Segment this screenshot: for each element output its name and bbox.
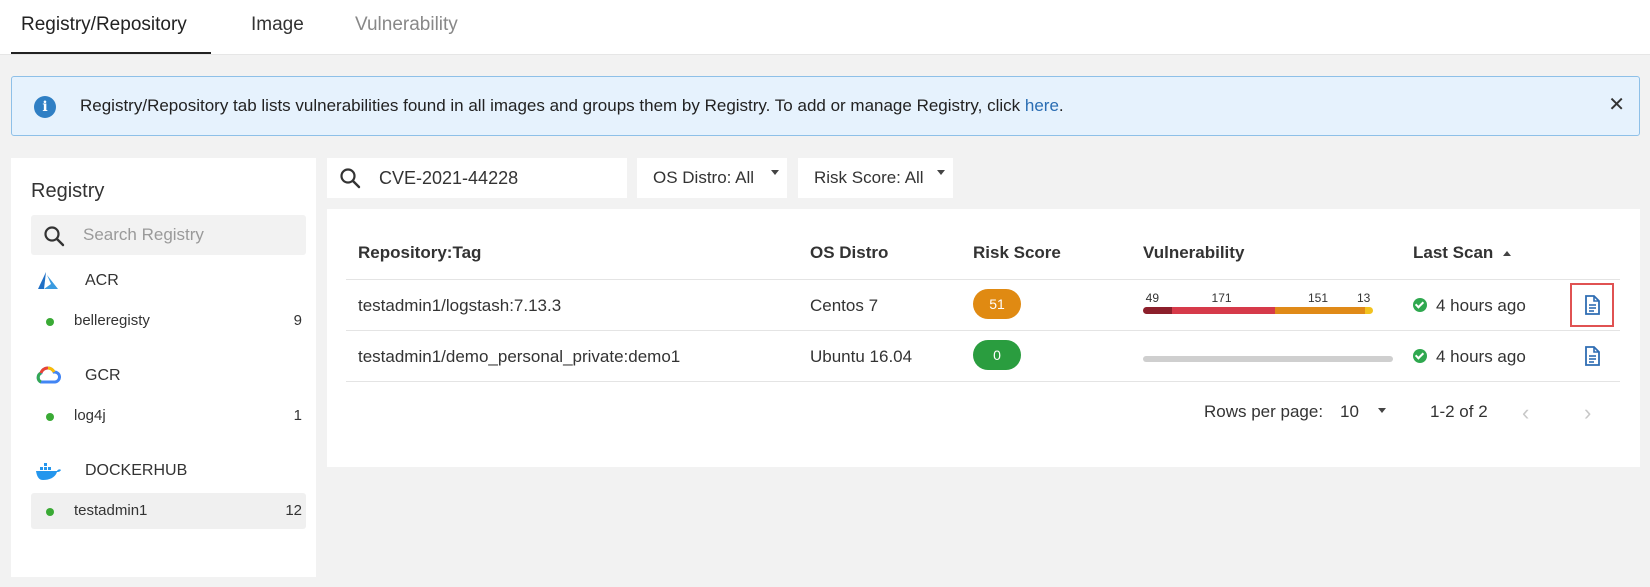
tab-vulnerability[interactable]: Vulnerability xyxy=(355,14,458,54)
registry-search[interactable] xyxy=(31,215,306,255)
last-scan: 4 hours ago xyxy=(1436,296,1526,315)
repository-table: Repository:Tag OS Distro Risk Score Vuln… xyxy=(327,209,1640,467)
os-distro-filter[interactable]: OS Distro: All xyxy=(637,158,787,198)
vulnerability-segment xyxy=(1365,307,1373,314)
registry-sidebar: Registry ACR belleregisty 9 GCR log4j 1 … xyxy=(11,158,316,577)
table-row[interactable]: testadmin1/logstash:7.13.3 Centos 7 51 4… xyxy=(327,280,1640,330)
vulnerability-segment xyxy=(1143,307,1173,314)
check-circle-icon xyxy=(1413,349,1427,363)
cve-search-input[interactable] xyxy=(379,158,619,198)
pagination-range: 1-2 of 2 xyxy=(1430,402,1488,421)
registry-item-log4j[interactable]: log4j 1 xyxy=(31,398,306,434)
close-icon[interactable]: ✕ xyxy=(1608,93,1625,117)
banner-suffix: . xyxy=(1058,96,1064,115)
search-registry-input[interactable] xyxy=(83,215,298,255)
risk-score-filter[interactable]: Risk Score: All xyxy=(798,158,953,198)
azure-icon xyxy=(38,272,58,289)
caret-down-icon[interactable] xyxy=(1378,408,1386,413)
status-dot xyxy=(46,318,54,326)
banner-text: Registry/Repository tab lists vulnerabil… xyxy=(80,96,1025,115)
tab-registry-repository[interactable]: Registry/Repository xyxy=(11,14,211,54)
info-banner: i Registry/Repository tab lists vulnerab… xyxy=(11,76,1640,136)
registry-count: 9 xyxy=(293,312,302,329)
rows-per-page-label: Rows per page: xyxy=(1204,402,1324,421)
status-dot xyxy=(46,508,54,516)
registry-count: 12 xyxy=(285,502,302,519)
banner-message: Registry/Repository tab lists vulnerabil… xyxy=(80,96,1064,116)
vulnerability-count-label: 171 xyxy=(1211,291,1232,305)
vulnerability-segment xyxy=(1274,307,1366,314)
column-header-os-distro[interactable]: OS Distro xyxy=(810,243,888,263)
document-report-icon[interactable] xyxy=(1581,345,1603,367)
divider xyxy=(346,381,1620,382)
vulnerability-segment xyxy=(1172,307,1275,314)
os-distro: Centos 7 xyxy=(810,296,879,315)
check-circle-icon xyxy=(1413,298,1427,312)
column-header-vulnerability[interactable]: Vulnerability xyxy=(1143,243,1244,263)
os-distro: Ubuntu 16.04 xyxy=(810,347,913,366)
google-cloud-icon xyxy=(36,366,61,384)
risk-score-filter-label: Risk Score: All xyxy=(814,168,924,187)
vulnerability-bar xyxy=(1143,331,1393,381)
rows-per-page-select[interactable]: 10 xyxy=(1340,402,1359,422)
group-name: ACR xyxy=(85,272,119,289)
vulnerability-count-label: 151 xyxy=(1307,291,1329,305)
document-report-icon[interactable] xyxy=(1570,283,1614,327)
banner-link-here[interactable]: here xyxy=(1025,96,1059,115)
repository-tag[interactable]: testadmin1/demo_personal_private:demo1 xyxy=(358,347,680,367)
column-header-last-scan[interactable]: Last Scan xyxy=(1413,243,1512,263)
vulnerability-count-label: 49 xyxy=(1145,291,1160,305)
cve-search[interactable] xyxy=(327,158,627,198)
vulnerability-bar-empty xyxy=(1143,356,1393,362)
registry-item-testadmin1[interactable]: testadmin1 12 xyxy=(31,493,306,529)
group-name: GCR xyxy=(85,367,121,384)
vulnerability-bar: 49 171 151 13 xyxy=(1143,280,1393,330)
registry-name: testadmin1 xyxy=(74,502,148,519)
last-scan-header-label: Last Scan xyxy=(1413,243,1494,262)
sidebar-title: Registry xyxy=(31,180,105,202)
caret-down-icon xyxy=(771,170,779,175)
registry-item-belleregisty[interactable]: belleregisty 9 xyxy=(31,303,306,339)
vulnerability-count-label: 13 xyxy=(1357,291,1371,305)
docker-icon xyxy=(36,463,61,480)
search-icon xyxy=(44,226,65,247)
group-name: DOCKERHUB xyxy=(85,462,188,479)
risk-score-badge: 0 xyxy=(973,340,1021,370)
info-icon: i xyxy=(34,96,56,118)
registry-count: 1 xyxy=(293,407,302,424)
column-header-repository-tag[interactable]: Repository:Tag xyxy=(358,243,481,263)
prev-page-icon[interactable]: ‹ xyxy=(1522,400,1529,426)
column-header-risk-score[interactable]: Risk Score xyxy=(973,243,1061,263)
last-scan: 4 hours ago xyxy=(1436,347,1526,366)
os-distro-filter-label: OS Distro: All xyxy=(653,168,755,187)
table-row[interactable]: testadmin1/demo_personal_private:demo1 U… xyxy=(327,331,1640,381)
status-dot xyxy=(46,413,54,421)
registry-name: belleregisty xyxy=(74,312,150,329)
next-page-icon[interactable]: › xyxy=(1584,400,1591,426)
repository-tag[interactable]: testadmin1/logstash:7.13.3 xyxy=(358,296,561,316)
search-icon xyxy=(340,168,361,189)
risk-score-badge: 51 xyxy=(973,289,1021,319)
caret-down-icon xyxy=(937,170,945,175)
tab-image[interactable]: Image xyxy=(251,14,304,54)
top-tabs: Registry/Repository Image Vulnerability xyxy=(0,0,1650,55)
sort-ascending-icon xyxy=(1503,251,1512,257)
registry-name: log4j xyxy=(74,407,106,424)
